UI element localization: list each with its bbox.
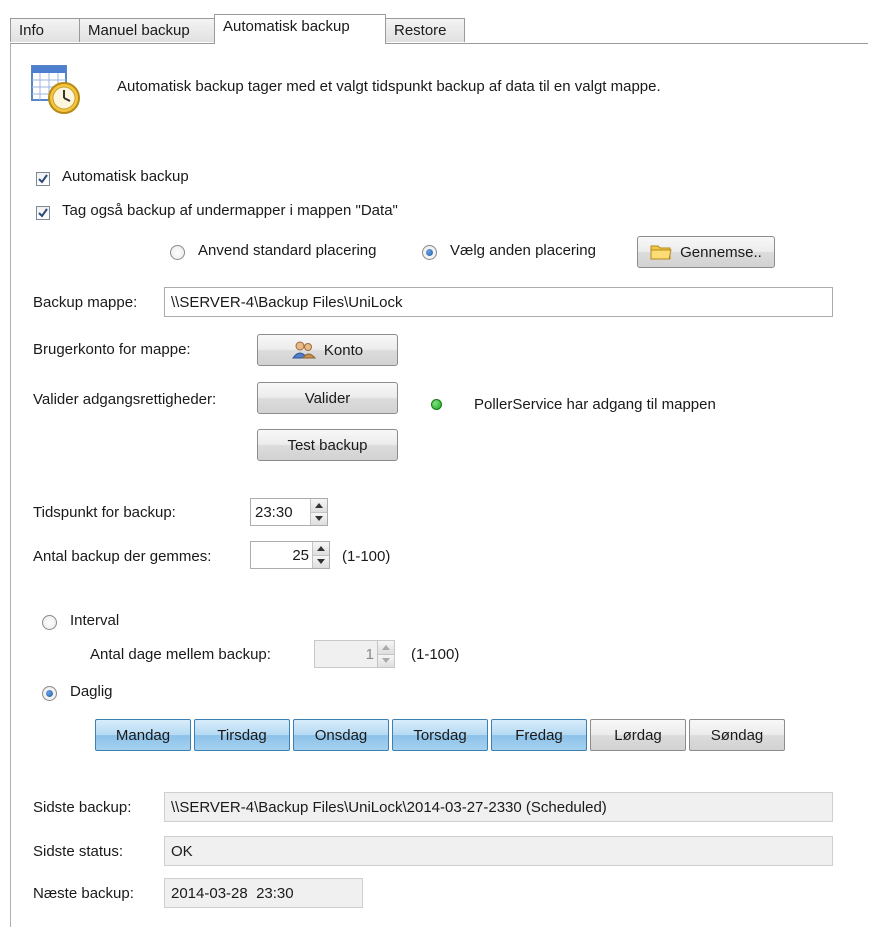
tab-automatic-backup[interactable]: Automatisk backup bbox=[214, 14, 386, 44]
tab-divider bbox=[10, 43, 868, 44]
backup-count-range: (1-100) bbox=[342, 548, 391, 565]
interval-label: Interval bbox=[70, 612, 120, 629]
days-between-range: (1-100) bbox=[411, 646, 460, 663]
backup-time-spinner[interactable]: 23:30 bbox=[250, 498, 328, 526]
interval-radio[interactable] bbox=[42, 615, 57, 630]
weekday-toggle-group: Mandag Tirsdag Onsdag Torsdag Fredag Lør… bbox=[95, 719, 789, 751]
test-backup-button[interactable]: Test backup bbox=[257, 429, 398, 461]
description-text: Automatisk backup tager med et valgt tid… bbox=[117, 78, 661, 95]
backup-folder-input[interactable]: \\SERVER-4\Backup Files\UniLock bbox=[164, 287, 833, 317]
tab-info[interactable]: Info bbox=[10, 18, 80, 42]
account-button[interactable]: Konto bbox=[257, 334, 398, 366]
last-backup-field: \\SERVER-4\Backup Files\UniLock\2014-03-… bbox=[164, 792, 833, 822]
folder-icon bbox=[650, 245, 672, 260]
users-icon bbox=[291, 341, 316, 359]
calendar-clock-icon bbox=[30, 62, 84, 116]
checkmark-icon bbox=[38, 208, 48, 218]
backup-time-value: 23:30 bbox=[255, 503, 293, 521]
daily-radio[interactable] bbox=[42, 686, 57, 701]
days-between-value: 1 bbox=[365, 645, 374, 663]
account-label: Brugerkonto for mappe: bbox=[33, 341, 191, 358]
tab-restore[interactable]: Restore bbox=[385, 18, 465, 42]
include-subfolders-checkbox[interactable] bbox=[36, 206, 50, 220]
backup-count-label: Antal backup der gemmes: bbox=[33, 548, 212, 565]
backup-count-spinner[interactable]: 25 bbox=[250, 541, 330, 569]
last-status-label: Sidste status: bbox=[33, 843, 124, 860]
tab-strip: Info Manuel backup Automatisk backup Res… bbox=[10, 14, 868, 44]
last-status-field: OK bbox=[164, 836, 833, 866]
day-toggle-friday[interactable]: Fredag bbox=[491, 719, 587, 751]
tab-manual-backup[interactable]: Manuel backup bbox=[79, 18, 215, 42]
days-between-spinner[interactable]: 1 bbox=[314, 640, 395, 668]
day-toggle-monday[interactable]: Mandag bbox=[95, 719, 191, 751]
default-location-label: Anvend standard placering bbox=[198, 242, 377, 259]
day-toggle-saturday[interactable]: Lørdag bbox=[590, 719, 686, 751]
other-location-label: Vælg anden placering bbox=[450, 242, 596, 259]
spin-up-icon[interactable] bbox=[311, 499, 327, 513]
spin-down-icon[interactable] bbox=[311, 512, 327, 525]
browse-label: Gennemse.. bbox=[680, 243, 762, 261]
default-location-radio[interactable] bbox=[170, 245, 185, 260]
validate-label: Valider adgangsrettigheder: bbox=[33, 391, 217, 408]
daily-label: Daglig bbox=[70, 683, 113, 700]
spin-up-icon[interactable] bbox=[378, 641, 394, 655]
validate-status-text: PollerService har adgang til mappen bbox=[474, 396, 716, 413]
auto-backup-checkbox[interactable] bbox=[36, 172, 50, 186]
day-toggle-sunday[interactable]: Søndag bbox=[689, 719, 785, 751]
day-toggle-tuesday[interactable]: Tirsdag bbox=[194, 719, 290, 751]
last-backup-label: Sidste backup: bbox=[33, 799, 132, 816]
backup-time-label: Tidspunkt for backup: bbox=[33, 504, 176, 521]
day-toggle-wednesday[interactable]: Onsdag bbox=[293, 719, 389, 751]
backup-folder-label: Backup mappe: bbox=[33, 294, 138, 311]
backup-count-value: 25 bbox=[292, 546, 309, 564]
spin-down-icon[interactable] bbox=[378, 654, 394, 667]
auto-backup-label: Automatisk backup bbox=[62, 168, 189, 185]
status-indicator-icon bbox=[431, 399, 442, 410]
account-button-label: Konto bbox=[323, 341, 364, 359]
next-backup-label: Næste backup: bbox=[33, 885, 134, 902]
spin-up-icon[interactable] bbox=[313, 542, 329, 556]
browse-button[interactable]: Gennemse.. bbox=[637, 236, 775, 268]
days-between-label: Antal dage mellem backup: bbox=[90, 646, 271, 663]
checkmark-icon bbox=[38, 174, 48, 184]
panel-border bbox=[10, 44, 11, 927]
validate-button[interactable]: Valider bbox=[257, 382, 398, 414]
other-location-radio[interactable] bbox=[422, 245, 437, 260]
next-backup-field: 2014-03-28 23:30 bbox=[164, 878, 363, 908]
day-toggle-thursday[interactable]: Torsdag bbox=[392, 719, 488, 751]
include-subfolders-label: Tag også backup af undermapper i mappen … bbox=[62, 202, 398, 219]
spin-down-icon[interactable] bbox=[313, 555, 329, 568]
